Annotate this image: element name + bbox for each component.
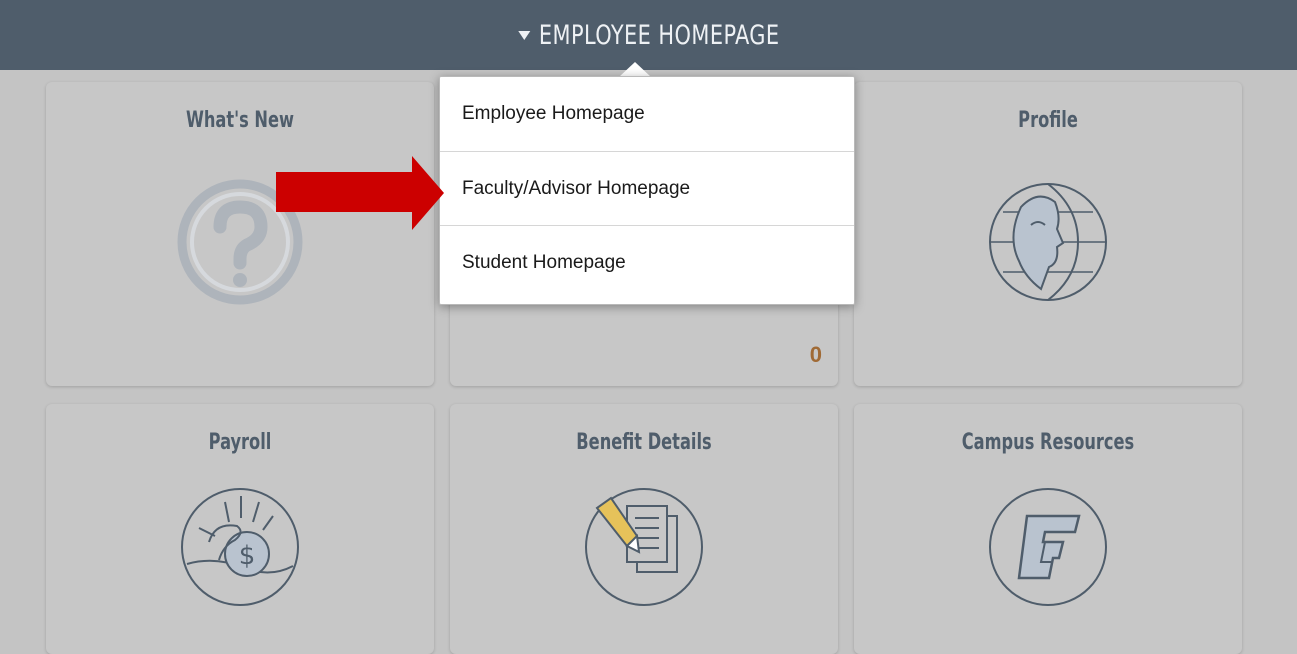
tile-benefit-details[interactable]: Benefit Details: [450, 404, 838, 654]
tile-campus-resources[interactable]: Campus Resources: [854, 404, 1242, 654]
tile-title: Payroll: [208, 430, 272, 455]
tile-payroll[interactable]: Payroll $: [46, 404, 434, 654]
menu-item-faculty-advisor-homepage[interactable]: Faculty/Advisor Homepage: [440, 151, 854, 225]
menu-item-student-homepage[interactable]: Student Homepage: [440, 225, 854, 299]
red-arrow-icon: [276, 156, 444, 230]
homepage-dropdown: Employee Homepage Faculty/Advisor Homepa…: [439, 76, 855, 305]
svg-text:$: $: [239, 541, 256, 571]
page-header: EMPLOYEE HOMEPAGE: [0, 0, 1297, 70]
tile-title: Profile: [1018, 108, 1078, 133]
tile-title: What's New: [185, 108, 295, 133]
homepage-selector-label: EMPLOYEE HOMEPAGE: [538, 19, 780, 51]
tile-count: 0: [809, 342, 822, 367]
document-pencil-icon: [585, 488, 703, 606]
menu-item-employee-homepage[interactable]: Employee Homepage: [440, 77, 854, 151]
caret-down-icon: [517, 30, 530, 40]
tile-whats-new[interactable]: What's New: [46, 82, 434, 386]
tile-title: Benefit Details: [576, 430, 712, 455]
payroll-coin-icon: $: [181, 488, 299, 606]
homepage-selector[interactable]: EMPLOYEE HOMEPAGE: [517, 19, 780, 51]
dropdown-pointer: [619, 62, 651, 77]
tile-profile[interactable]: Profile: [854, 82, 1242, 386]
tile-title: Campus Resources: [961, 430, 1135, 455]
profile-globe-icon: [989, 183, 1107, 301]
campus-logo-icon: [989, 488, 1107, 606]
